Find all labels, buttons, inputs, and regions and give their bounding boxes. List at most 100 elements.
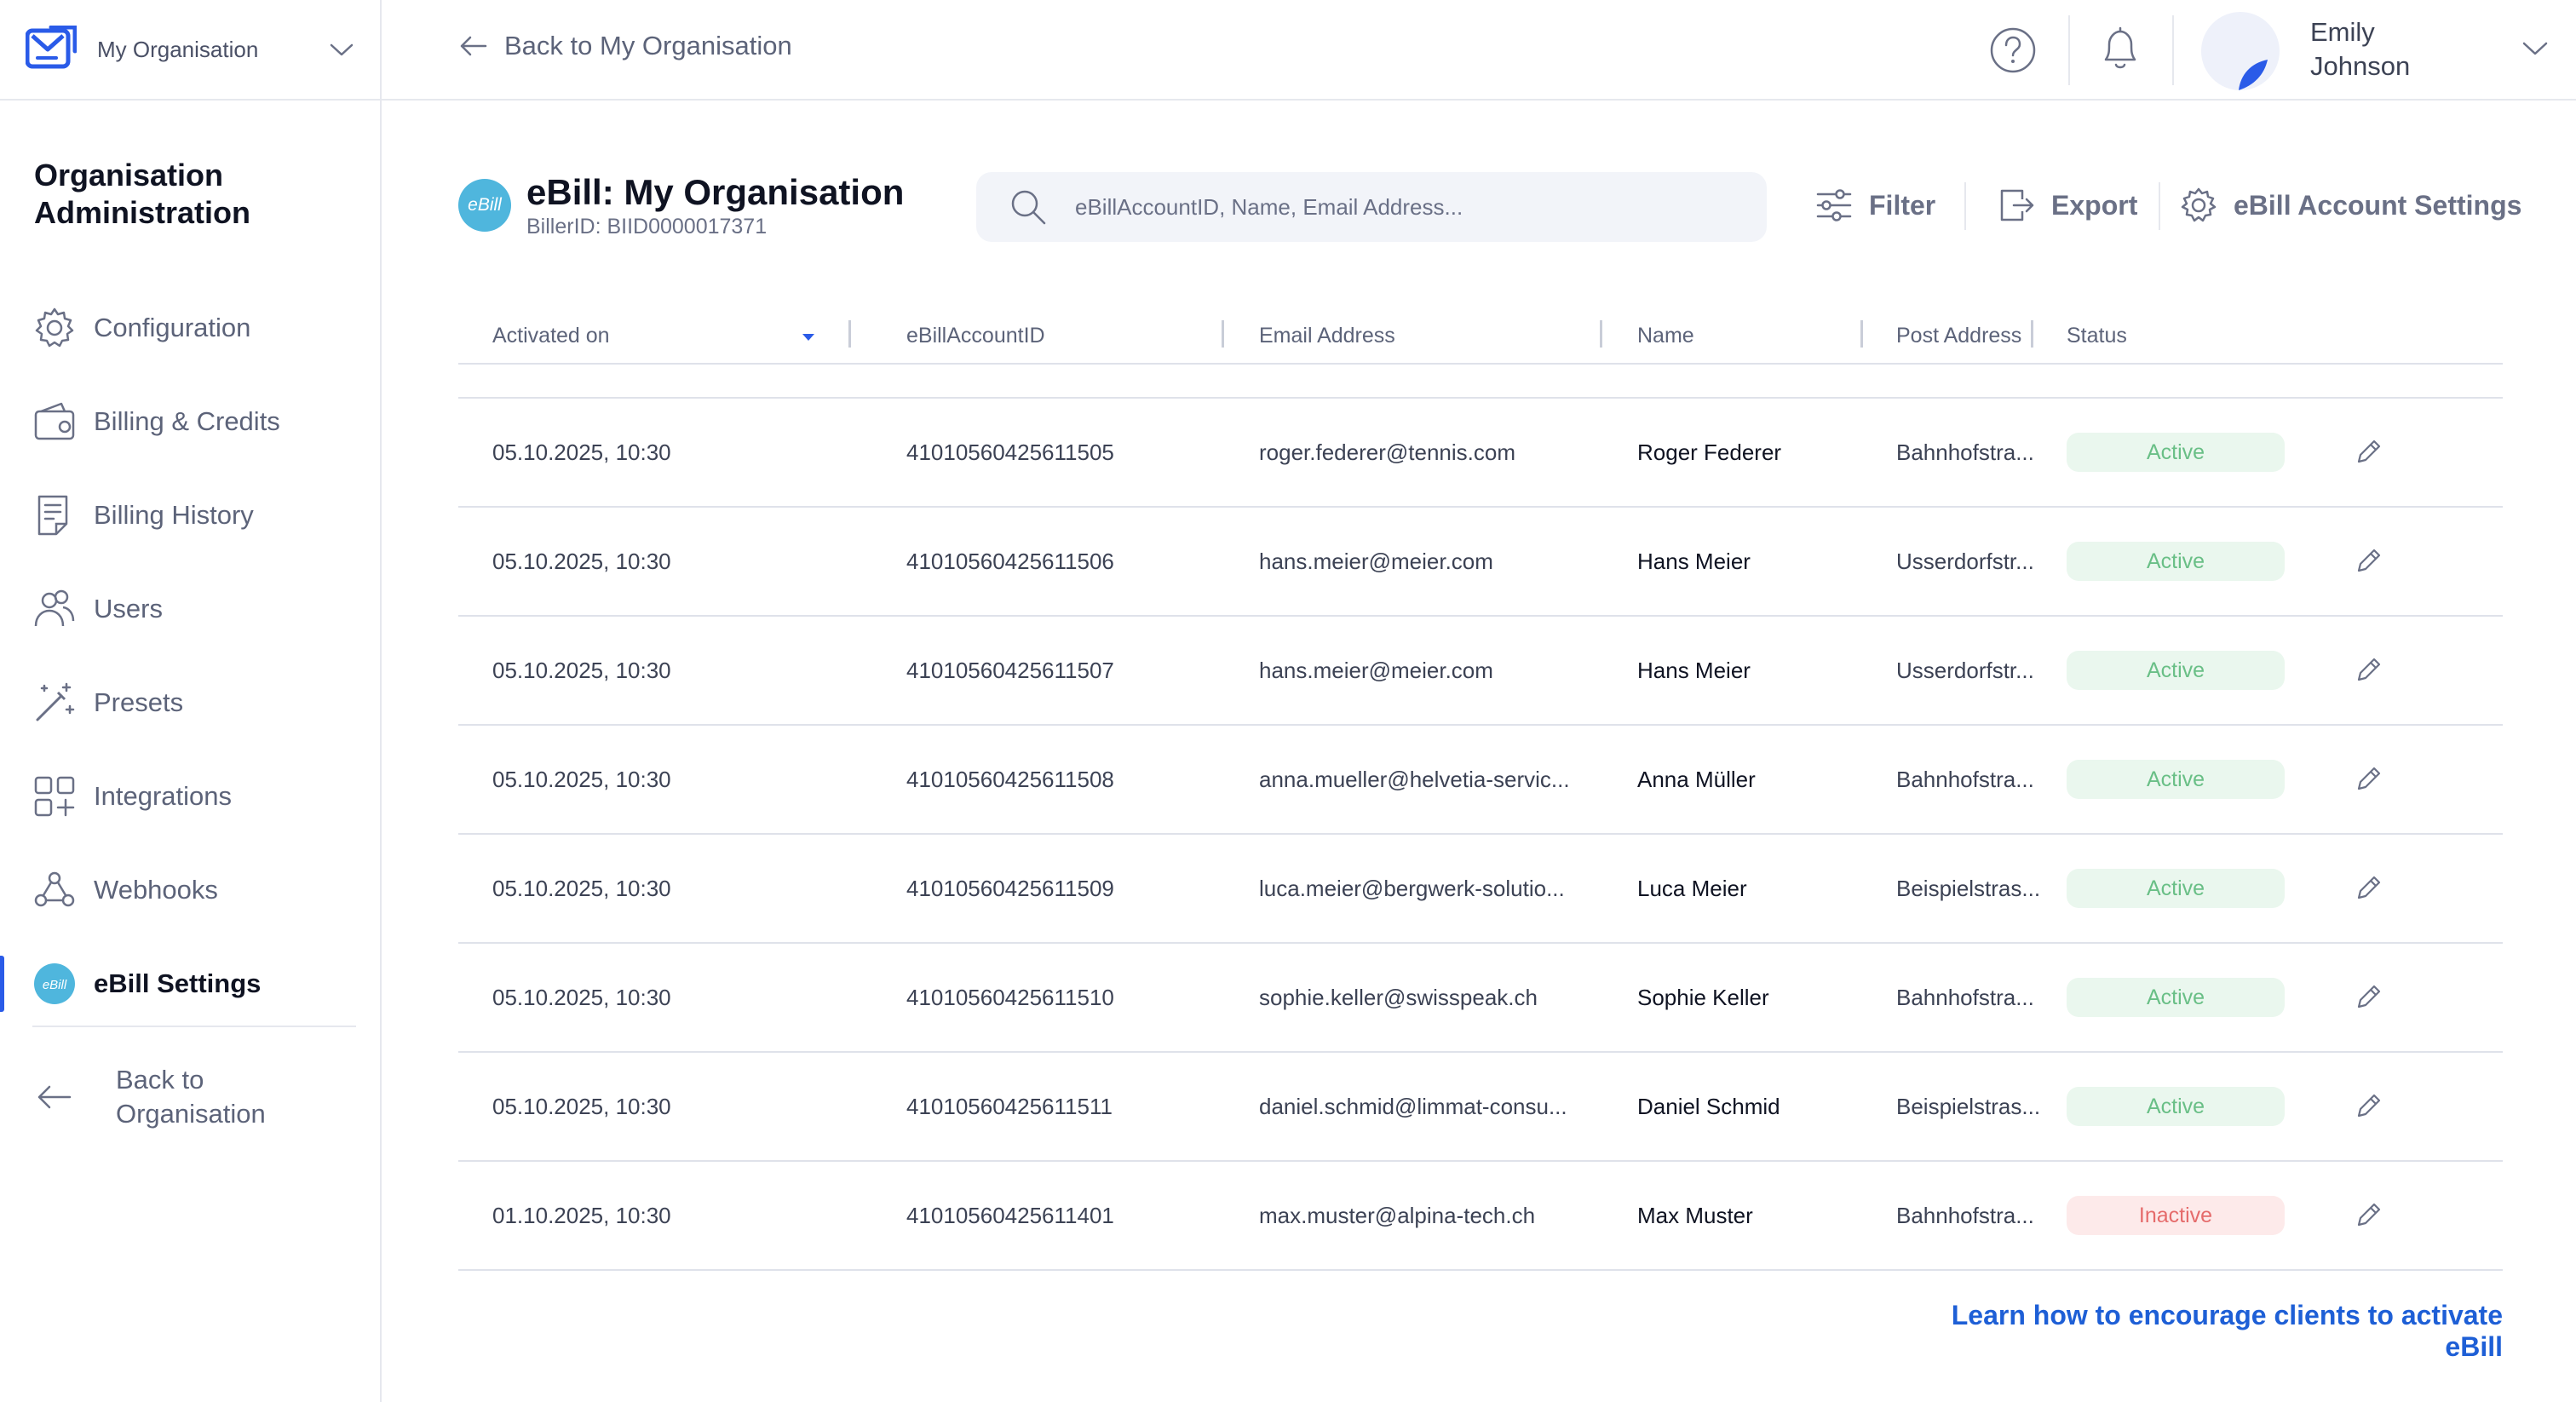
column-header-label: Post Address [1896, 324, 2022, 348]
pencil-icon [2357, 876, 2381, 899]
sidebar-item-integrations[interactable]: Integrations [0, 750, 380, 843]
gear-icon [2181, 187, 2217, 222]
sidebar-item-label: Users [94, 594, 163, 623]
column-header-email-address[interactable]: Email Address [1259, 324, 1395, 348]
cell-activated-on: 05.10.2025, 10:30 [492, 1093, 671, 1119]
document-icon [32, 493, 77, 537]
column-header-status[interactable]: Status [2067, 324, 2127, 348]
column-divider [848, 320, 851, 348]
org-switcher[interactable]: My Organisation [0, 0, 380, 101]
ebill-account-settings-label: eBill Account Settings [2234, 189, 2522, 221]
export-label: Export [2051, 189, 2138, 221]
sidebar-item-presets[interactable]: Presets [0, 656, 380, 750]
table-row[interactable]: 05.10.2025, 10:30 41010560425611506 hans… [458, 508, 2503, 617]
status-badge: Active [2067, 433, 2285, 472]
sidebar-item-users[interactable]: Users [0, 562, 380, 656]
table-row[interactable]: 05.10.2025, 10:30 41010560425611509 luca… [458, 835, 2503, 944]
topbar-divider [2068, 15, 2070, 85]
avatar-graphic [2239, 60, 2268, 90]
help-icon[interactable] [1988, 26, 2038, 75]
sidebar-item-label: eBill Settings [94, 968, 262, 998]
cell-status: Active [2067, 508, 2285, 615]
cell-name: Hans Meier [1637, 657, 1751, 683]
edit-button[interactable] [2344, 617, 2392, 724]
sidebar-title: Organisation Administration [34, 158, 251, 230]
avatar[interactable] [2201, 12, 2280, 90]
cell-ebill-account-id: 41010560425611505 [906, 439, 1114, 465]
sidebar-item-webhooks[interactable]: Webhooks [0, 843, 380, 937]
column-header-label: Status [2067, 324, 2127, 348]
sidebar-item-label: Integrations [94, 781, 232, 811]
table-row[interactable]: 05.10.2025, 10:30 41010560425611505 roge… [458, 399, 2503, 508]
status-badge: Active [2067, 1087, 2285, 1126]
sidebar-item-configuration[interactable]: Configuration [0, 281, 380, 375]
cell-ebill-account-id: 41010560425611507 [906, 657, 1114, 683]
sidebar-item-ebill-settings[interactable]: eBill eBill Settings [0, 937, 380, 1031]
ebill-account-settings-button[interactable]: eBill Account Settings [2179, 186, 2521, 225]
edit-button[interactable] [2344, 508, 2392, 615]
user-last-name: Johnson [2310, 51, 2411, 81]
cell-status: Active [2067, 399, 2285, 506]
ebill-badge: eBill [458, 179, 511, 232]
cell-ebill-account-id: 41010560425611510 [906, 984, 1114, 1010]
action-divider [2159, 182, 2160, 230]
export-button[interactable]: Export [1997, 186, 2137, 225]
table-row[interactable]: 05.10.2025, 10:30 41010560425611507 hans… [458, 617, 2503, 726]
cell-name: Sophie Keller [1637, 984, 1769, 1010]
cell-email: daniel.schmid@limmat-consu... [1259, 1093, 1567, 1119]
grid-plus-icon [32, 774, 77, 819]
back-to-organisation-label: Back to Organisation [116, 1065, 266, 1129]
edit-button[interactable] [2344, 1162, 2392, 1269]
sort-desc-icon[interactable] [801, 332, 816, 342]
table-body: 05.10.2025, 10:30 41010560425611505 roge… [458, 399, 2503, 1271]
sidebar-item-billing-history[interactable]: Billing History [0, 468, 380, 562]
bell-icon[interactable] [2097, 24, 2143, 73]
edit-button[interactable] [2344, 944, 2392, 1051]
cell-activated-on: 05.10.2025, 10:30 [492, 439, 671, 465]
search-input[interactable] [1075, 193, 1722, 221]
cell-activated-on: 01.10.2025, 10:30 [492, 1202, 671, 1228]
back-link-label: Back to My Organisation [504, 31, 792, 60]
table-row[interactable]: 05.10.2025, 10:30 41010560425611508 anna… [458, 726, 2503, 835]
table-row[interactable]: 01.10.2025, 10:30 41010560425611401 max.… [458, 1162, 2503, 1271]
filter-label: Filter [1869, 189, 1936, 221]
back-to-organisation-link[interactable]: Back to Organisation [32, 1063, 320, 1131]
sidebar-divider [32, 1026, 356, 1027]
export-icon [2000, 189, 2034, 221]
column-header-ebill-account-id[interactable]: eBillAccountID [906, 324, 1045, 348]
pencil-icon [2357, 658, 2381, 681]
chevron-down-icon[interactable] [2521, 39, 2549, 58]
page-title: eBill: My Organisation [526, 172, 905, 212]
cell-ebill-account-id: 41010560425611508 [906, 766, 1114, 792]
edit-button[interactable] [2344, 835, 2392, 942]
sidebar-item-label: Presets [94, 687, 184, 717]
status-badge: Active [2067, 542, 2285, 581]
sidebar-item-billing-credits[interactable]: Billing & Credits [0, 375, 380, 468]
edit-button[interactable] [2344, 399, 2392, 506]
cell-status: Active [2067, 835, 2285, 942]
search-icon [1011, 190, 1046, 225]
table-row[interactable]: 05.10.2025, 10:30 41010560425611511 dani… [458, 1053, 2503, 1162]
status-badge: Active [2067, 978, 2285, 1017]
back-to-my-organisation-link[interactable]: Back to My Organisation [458, 31, 792, 61]
status-badge: Active [2067, 760, 2285, 799]
column-header-label: Name [1637, 324, 1694, 348]
filter-button[interactable]: Filter [1814, 186, 1935, 225]
topbar: Back to My Organisation Emily Johnson [382, 0, 2576, 101]
sidebar: My Organisation Organisation Administrat… [0, 0, 382, 1402]
column-header-name[interactable]: Name [1637, 324, 1694, 348]
edit-button[interactable] [2344, 726, 2392, 833]
column-header-post-address[interactable]: Post Address [1896, 324, 2021, 348]
column-header-activated-on[interactable]: Activated on [492, 324, 610, 348]
user-name[interactable]: Emily Johnson [2310, 15, 2447, 83]
pencil-icon [2357, 1094, 2381, 1118]
cell-email: roger.federer@tennis.com [1259, 439, 1515, 465]
cell-ebill-account-id: 41010560425611401 [906, 1202, 1114, 1228]
table-row[interactable]: 05.10.2025, 10:30 41010560425611510 soph… [458, 944, 2503, 1053]
cell-ebill-account-id: 41010560425611509 [906, 875, 1114, 901]
edit-button[interactable] [2344, 1053, 2392, 1160]
learn-activate-ebill-link[interactable]: Learn how to encourage clients to activa… [1927, 1300, 2503, 1363]
main-content: eBill eBill: My Organisation BillerID: B… [382, 101, 2576, 1402]
cell-email: max.muster@alpina-tech.ch [1259, 1202, 1536, 1228]
topbar-divider [2172, 15, 2174, 85]
